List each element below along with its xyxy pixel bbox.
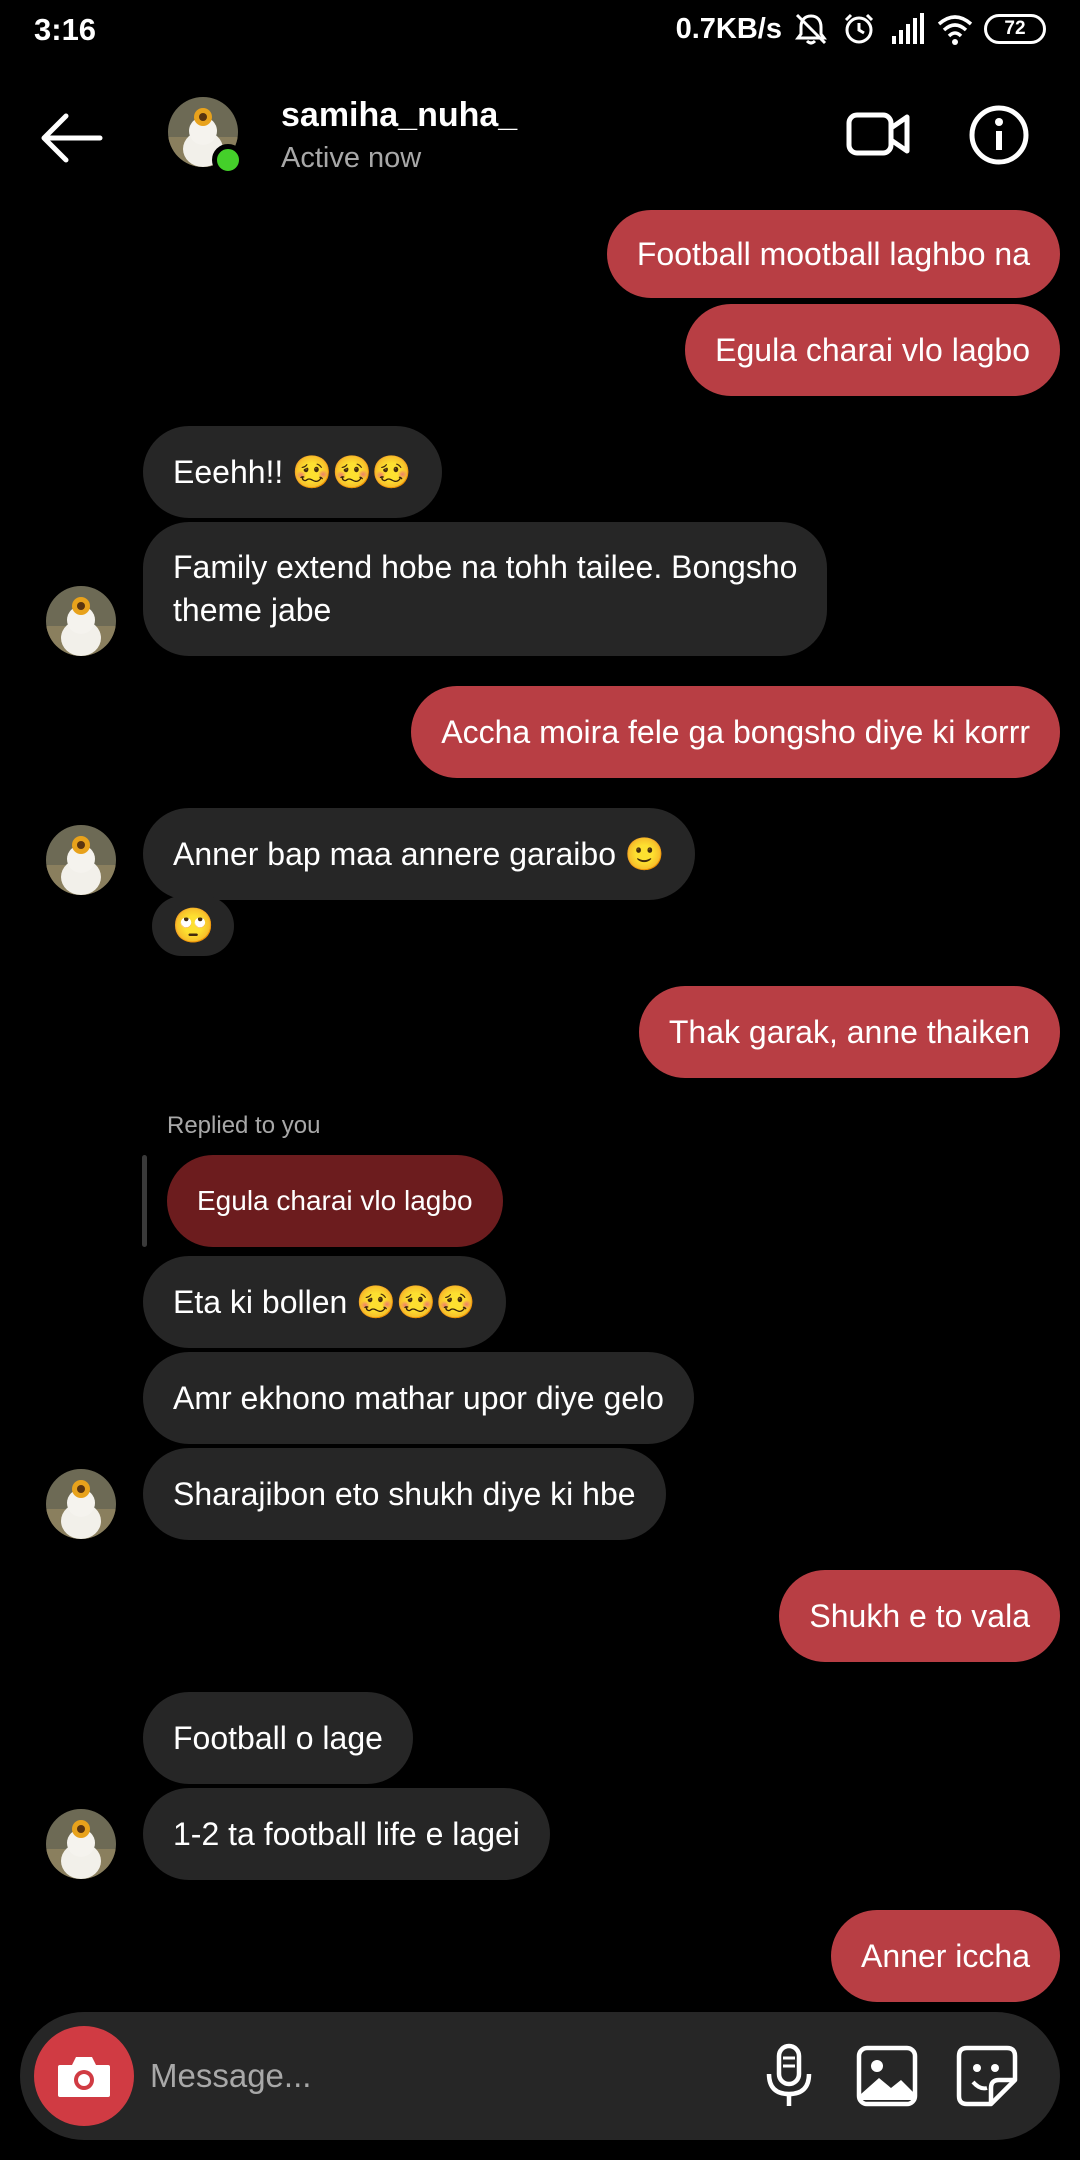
message-input[interactable]	[150, 2036, 740, 2116]
reply-label: Replied to you	[167, 1112, 321, 1139]
message-incoming[interactable]: Family extend hobe na tohh tailee. Bongs…	[143, 522, 828, 656]
signal-icon	[892, 13, 924, 44]
reply-divider	[142, 1155, 147, 1247]
chat-username[interactable]: samiha_nuha_	[281, 96, 517, 135]
active-status: Active now	[281, 142, 422, 174]
mute-bell-icon	[795, 13, 827, 45]
status-indicators: 0.7KB/s 72	[676, 12, 1046, 46]
online-indicator	[212, 144, 244, 176]
camera-button[interactable]	[34, 2026, 134, 2126]
chat-header: samiha_nuha_ Active now	[0, 62, 1080, 212]
alarm-icon	[844, 13, 874, 44]
status-bar: 3:16 0.7KB/s 72	[0, 0, 1080, 62]
message-incoming[interactable]: Amr ekhono mathar upor diye gelo	[143, 1352, 694, 1444]
wifi-icon	[937, 15, 973, 45]
arrow-left-icon[interactable]	[36, 110, 108, 166]
message-outgoing[interactable]: Egula charai vlo lagbo	[685, 304, 1060, 396]
gallery-icon[interactable]	[853, 2042, 921, 2110]
info-icon[interactable]	[968, 104, 1030, 166]
sticker-icon[interactable]	[953, 2042, 1021, 2110]
camera-icon	[58, 2057, 110, 2097]
microphone-icon[interactable]	[755, 2042, 823, 2110]
message-outgoing[interactable]: Shukh e to vala	[779, 1570, 1060, 1662]
message-incoming[interactable]: Football o lage	[143, 1692, 413, 1784]
message-incoming-emoji[interactable]: 🙄	[152, 896, 235, 956]
video-call-icon[interactable]	[846, 106, 910, 162]
message-composer	[20, 2012, 1060, 2140]
message-incoming[interactable]: Eeehh!! 🥴🥴🥴	[143, 426, 442, 518]
message-outgoing[interactable]: Football mootball laghbo na	[606, 210, 1060, 298]
quoted-message[interactable]: Egula charai vlo lagbo	[167, 1155, 503, 1247]
avatar[interactable]	[46, 1469, 116, 1539]
message-outgoing[interactable]: Anner iccha	[831, 1910, 1060, 2002]
message-outgoing[interactable]: Thak garak, anne thaiken	[638, 986, 1060, 1078]
message-incoming[interactable]: Sharajibon eto shukh diye ki hbe	[143, 1448, 666, 1540]
message-outgoing[interactable]: Accha moira fele ga bongsho diye ki korr…	[411, 686, 1060, 778]
avatar[interactable]	[46, 1809, 116, 1879]
avatar[interactable]	[46, 586, 116, 656]
message-incoming[interactable]: Anner bap maa annere garaibo 🙂	[143, 808, 695, 900]
status-time: 3:16	[34, 12, 97, 47]
battery-icon: 72	[984, 14, 1046, 44]
message-incoming[interactable]: 1-2 ta football life e lagei	[143, 1788, 550, 1880]
avatar[interactable]	[46, 825, 116, 895]
network-speed: 0.7KB/s	[675, 12, 782, 45]
message-incoming[interactable]: Eta ki bollen 🥴🥴🥴	[143, 1256, 506, 1348]
